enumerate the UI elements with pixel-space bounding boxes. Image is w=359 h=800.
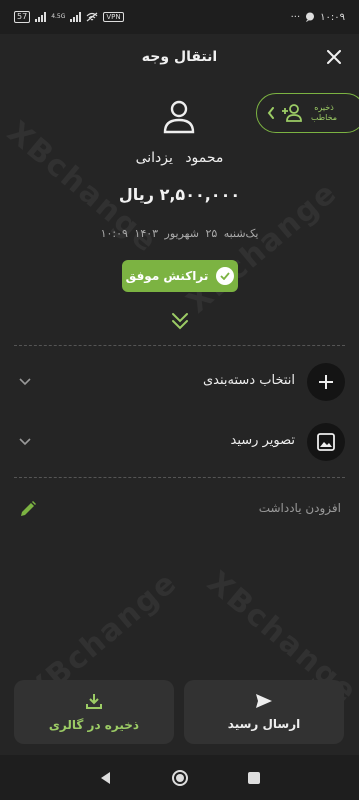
network-type: 4.5G	[51, 13, 66, 20]
chevron-left-icon	[267, 107, 274, 119]
add-category-button[interactable]	[307, 363, 345, 401]
send-icon	[256, 694, 272, 708]
recipient-name: محمود یزدانی	[135, 150, 224, 166]
signal-icon	[35, 12, 47, 22]
category-label: انتخاب دسته‌بندی	[203, 373, 295, 388]
receipt-image-row[interactable]: تصویر رسید	[0, 417, 359, 467]
chevron-down-icon	[19, 378, 31, 386]
status-label: تراکنش موفق	[125, 269, 209, 283]
send-receipt-label: ارسال رسید	[227, 717, 301, 731]
send-receipt-button[interactable]: ارسال رسید	[184, 680, 344, 744]
system-nav-bar	[0, 755, 359, 800]
more-dots: ···	[290, 11, 301, 23]
plus-icon	[319, 375, 333, 389]
chat-bubble-icon	[306, 12, 315, 22]
page-title: انتقال وجه	[141, 49, 218, 65]
status-badge: تراکنش موفق	[122, 260, 238, 292]
close-button[interactable]	[323, 46, 345, 68]
add-person-icon	[282, 104, 302, 122]
chevron-down-icon	[19, 438, 31, 446]
image-icon	[317, 433, 335, 451]
download-icon	[86, 694, 102, 709]
pencil-icon[interactable]	[18, 499, 38, 519]
person-icon	[163, 100, 195, 134]
receipt-image-label: تصویر رسید	[230, 433, 295, 448]
category-row[interactable]: انتخاب دسته‌بندی	[0, 357, 359, 407]
vpn-badge: VPN	[103, 12, 124, 22]
wifi-off-icon	[86, 12, 98, 22]
close-icon	[327, 50, 341, 64]
back-icon[interactable]	[99, 771, 113, 785]
transaction-date: یک‌شنبه ۲۵ شهریور ۱۴۰۳ ۱۰:۰۹	[100, 227, 259, 240]
check-icon	[216, 267, 235, 285]
divider	[14, 345, 345, 346]
save-contact-label: ذخیره مخاطب	[310, 103, 338, 122]
home-icon[interactable]	[171, 769, 189, 787]
transfer-amount: ۲,۵۰۰,۰۰۰ ریال	[118, 185, 241, 204]
add-note-label: افزودن یادداشت	[258, 501, 341, 515]
signal-icon	[70, 12, 82, 22]
save-contact-button[interactable]: ذخیره مخاطب	[256, 93, 359, 133]
double-chevron-down-icon[interactable]	[169, 310, 191, 332]
app-header: انتقال وجه	[0, 34, 359, 80]
save-to-gallery-label: ذخیره در گالری	[48, 718, 140, 732]
divider	[14, 477, 345, 478]
receipt-image-button[interactable]	[307, 423, 345, 461]
clock: ۱۰:۰۹	[320, 11, 345, 23]
add-note-row[interactable]: افزودن یادداشت	[0, 495, 359, 525]
status-left: 57 4.5G VPN	[14, 11, 124, 23]
battery-indicator: 57	[14, 11, 31, 23]
save-to-gallery-button[interactable]: ذخیره در گالری	[14, 680, 174, 744]
recents-icon[interactable]	[247, 771, 260, 784]
status-right: ··· ۱۰:۰۹	[291, 12, 345, 23]
status-bar: 57 4.5G VPN ··· ۱۰:۰۹	[0, 0, 359, 34]
